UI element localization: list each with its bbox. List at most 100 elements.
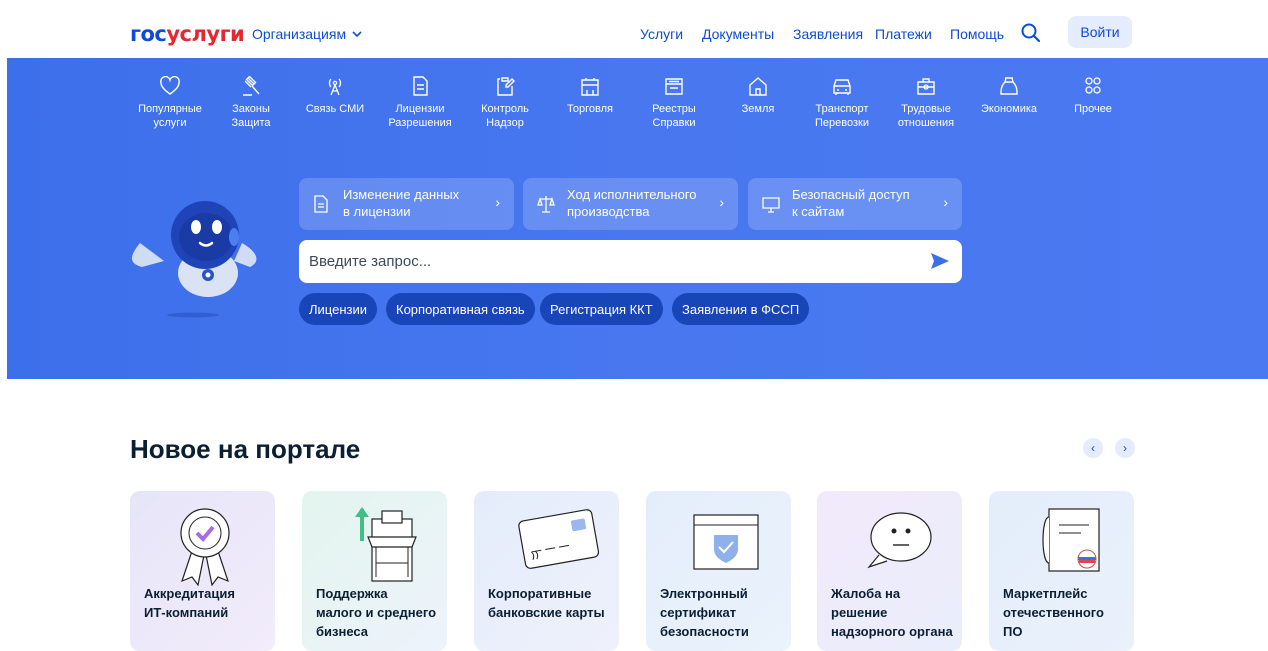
category-other[interactable]: Прочее — [1053, 76, 1133, 116]
briefcase-icon — [917, 78, 935, 95]
category-labor[interactable]: Трудовые отношения — [886, 76, 966, 130]
card-line: надзорного органа — [831, 624, 953, 639]
card-line: Электронный — [660, 586, 748, 601]
car-icon — [833, 79, 851, 95]
chevron-right-icon: › — [1123, 441, 1127, 455]
nav-documents[interactable]: Документы — [702, 26, 774, 42]
robot-mascot-image — [131, 201, 257, 318]
category-transport[interactable]: Транспорт Перевозки — [802, 76, 882, 130]
category-label-1: Лицензии — [395, 103, 445, 115]
category-licenses[interactable]: Лицензии Разрешения — [380, 76, 460, 130]
document-flag-icon — [1042, 508, 1100, 572]
nav-services[interactable]: Услуги — [640, 26, 683, 42]
section-title: Новое на портале — [130, 434, 361, 464]
category-label-2: Перевозки — [815, 117, 869, 129]
nav-applications[interactable]: Заявления — [793, 26, 863, 42]
category-economy[interactable]: Экономика — [969, 76, 1049, 116]
antenna-icon — [328, 78, 342, 96]
search-box — [299, 240, 962, 283]
carousel-prev-button[interactable]: ‹ — [1083, 438, 1103, 458]
category-label-1: Земля — [741, 103, 775, 115]
card-line: банковские карты — [488, 605, 605, 620]
news-card-business-support[interactable]: Поддержка малого и среднего бизнеса — [302, 491, 447, 651]
category-label-1: Торговля — [567, 103, 613, 115]
chevron-down-icon — [352, 30, 362, 37]
chip-licenses[interactable]: Лицензии — [299, 293, 377, 325]
card-line: малого и среднего — [316, 605, 437, 620]
card-line: Маркетплейс — [1003, 586, 1088, 601]
category-label-1: Экономика — [980, 103, 1038, 115]
monitor-icon — [762, 197, 780, 213]
organizations-menu[interactable]: Организациям — [252, 26, 362, 42]
category-label-1: Трудовые — [901, 103, 951, 115]
news-card-supervision-complaint[interactable]: Жалоба на решение надзорного органа — [817, 491, 962, 651]
rosette-badge-icon — [180, 508, 230, 586]
news-card-corporate-cards[interactable]: Корпоративные банковские карты — [474, 491, 619, 651]
gavel-icon — [243, 76, 260, 96]
chevron-right-icon: › — [943, 194, 948, 210]
category-trade[interactable]: Торговля — [550, 76, 630, 116]
login-button[interactable]: Войти — [1068, 16, 1132, 48]
news-card-software-marketplace[interactable]: Маркетплейс отечественного ПО — [989, 491, 1134, 651]
chip-corporate-communication[interactable]: Корпоративная связь — [386, 293, 535, 325]
card-line: Поддержка — [316, 586, 388, 601]
card-line: Корпоративные — [488, 586, 592, 601]
news-card-security-certificate[interactable]: Электронный сертификат безопасности — [646, 491, 791, 651]
category-label-1: Популярные — [138, 103, 202, 115]
category-laws[interactable]: Законы Защита — [211, 76, 291, 130]
document-icon — [413, 76, 428, 96]
clipboard-edit-icon — [497, 77, 515, 96]
nav-payments[interactable]: Платежи — [875, 26, 932, 42]
heart-icon — [160, 76, 180, 95]
card-line: отечественного — [1003, 605, 1104, 620]
card-line: решение — [831, 605, 888, 620]
organizations-label: Организациям — [252, 26, 347, 42]
nav-help[interactable]: Помощь — [950, 26, 1004, 42]
card-line: ПО — [1003, 624, 1023, 639]
card-line: бизнеса — [316, 624, 369, 639]
grid-icon — [1085, 77, 1101, 94]
carousel-next-button[interactable]: › — [1115, 438, 1135, 458]
quick-link-enforcement[interactable]: Ход исполнительного производства › — [523, 178, 738, 230]
top-header: госуслуги Организациям Услуги Документы … — [0, 0, 1268, 58]
quick-link-line-1: Ход исполнительного — [567, 187, 697, 202]
document-icon — [314, 195, 328, 213]
speech-bubble-icon — [867, 512, 932, 569]
category-land[interactable]: Земля — [718, 76, 798, 116]
chip-kkt-registration[interactable]: Регистрация ККТ — [540, 293, 663, 325]
house-icon — [749, 77, 767, 96]
category-label-1: Связь СМИ — [305, 103, 365, 115]
news-card-it-accreditation[interactable]: Аккредитация ИТ-компаний — [130, 491, 275, 651]
quick-link-line-1: Безопасный доступ — [792, 187, 910, 202]
gosuslugi-logo[interactable]: госуслуги — [130, 22, 245, 46]
chevron-right-icon: › — [495, 194, 500, 210]
browser-shield-icon — [693, 514, 759, 570]
chip-fssp-applications[interactable]: Заявления в ФССП — [672, 293, 810, 325]
category-label-1: Реестры — [652, 103, 696, 115]
category-label-2: услуги — [153, 117, 187, 129]
bank-card-icon — [518, 509, 600, 569]
quick-link-line-2: к сайтам — [792, 204, 845, 219]
category-popular[interactable]: Популярные услуги — [130, 76, 210, 130]
search-icon[interactable] — [1020, 22, 1042, 44]
chevron-right-icon: › — [719, 194, 724, 210]
quick-link-license-change[interactable]: Изменение данных в лицензии › — [299, 178, 514, 230]
category-registers[interactable]: Реестры Справки — [634, 76, 714, 130]
category-label-2: Разрешения — [388, 117, 452, 129]
category-label-1: Контроль — [481, 103, 529, 115]
category-communications[interactable]: Связь СМИ — [295, 76, 375, 116]
category-label-1: Законы — [232, 103, 270, 115]
category-control[interactable]: Контроль Надзор — [465, 76, 545, 130]
send-arrow-icon[interactable] — [930, 252, 950, 270]
search-input[interactable] — [299, 240, 899, 283]
card-line: Аккредитация — [144, 586, 235, 601]
scales-icon — [537, 196, 555, 213]
category-label-2: Защита — [231, 117, 271, 129]
moneybag-icon — [1000, 77, 1018, 95]
quick-link-line-1: Изменение данных — [343, 187, 460, 202]
card-line: Жалоба на — [831, 586, 901, 601]
folder-icon — [665, 78, 683, 95]
kiosk-growth-icon — [355, 507, 417, 582]
quick-link-safe-access[interactable]: Безопасный доступ к сайтам › — [748, 178, 962, 230]
stall-icon — [581, 78, 599, 96]
